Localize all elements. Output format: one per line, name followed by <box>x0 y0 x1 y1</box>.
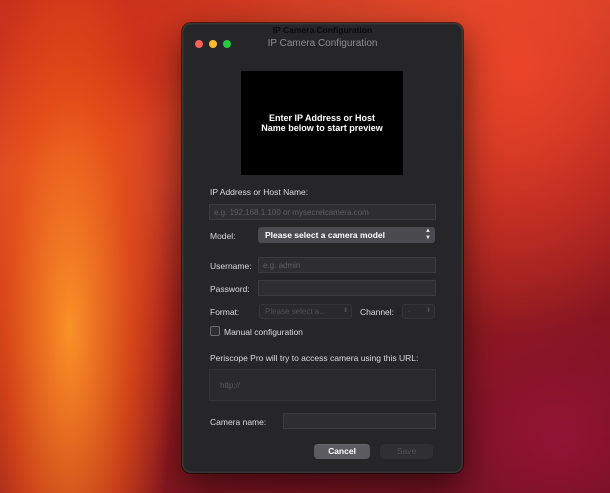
preview-message: Enter IP Address or Host Name below to s… <box>261 112 383 134</box>
password-label: Password: <box>210 284 250 294</box>
format-select-value: Please select a... <box>265 307 326 316</box>
username-label: Username: <box>210 261 252 271</box>
username-input[interactable] <box>258 257 436 273</box>
manual-configuration-label: Manual configuration <box>224 327 303 337</box>
address-label: IP Address or Host Name: <box>210 187 309 197</box>
channel-select[interactable]: - ⬍ <box>402 304 435 319</box>
chevron-updown-icon: ⬍ <box>425 308 431 314</box>
model-select-value: Please select a camera model <box>265 230 386 240</box>
camera-preview: Enter IP Address or Host Name below to s… <box>241 71 403 175</box>
window-title: IP Camera Configuration <box>267 38 378 49</box>
ip-camera-configuration-window: IP Camera Configuration IP Camera Config… <box>182 23 463 473</box>
chevron-updown-icon: ⬍ <box>342 308 348 314</box>
model-select[interactable]: Please select a camera model ▲ ▼ <box>258 227 435 243</box>
camera-url-field[interactable] <box>209 369 436 401</box>
camera-name-label: Camera name: <box>210 417 267 427</box>
address-input[interactable] <box>209 204 436 220</box>
chevron-updown-icon: ▲ ▼ <box>425 228 431 241</box>
window-ghost-title: IP Camera Configuration <box>272 25 373 35</box>
channel-label: Channel: <box>360 307 395 317</box>
camera-name-input[interactable] <box>283 413 436 429</box>
save-button[interactable]: Save <box>380 444 433 459</box>
password-input[interactable] <box>258 280 436 296</box>
format-select[interactable]: Please select a... ⬍ <box>259 304 352 319</box>
format-label: Format: <box>210 307 240 317</box>
cancel-button[interactable]: Cancel <box>314 444 370 459</box>
url-caption: Periscope Pro will try to access camera … <box>210 353 419 363</box>
manual-configuration-checkbox[interactable] <box>210 326 220 336</box>
channel-select-value: - <box>408 307 411 316</box>
model-label: Model: <box>210 231 236 241</box>
